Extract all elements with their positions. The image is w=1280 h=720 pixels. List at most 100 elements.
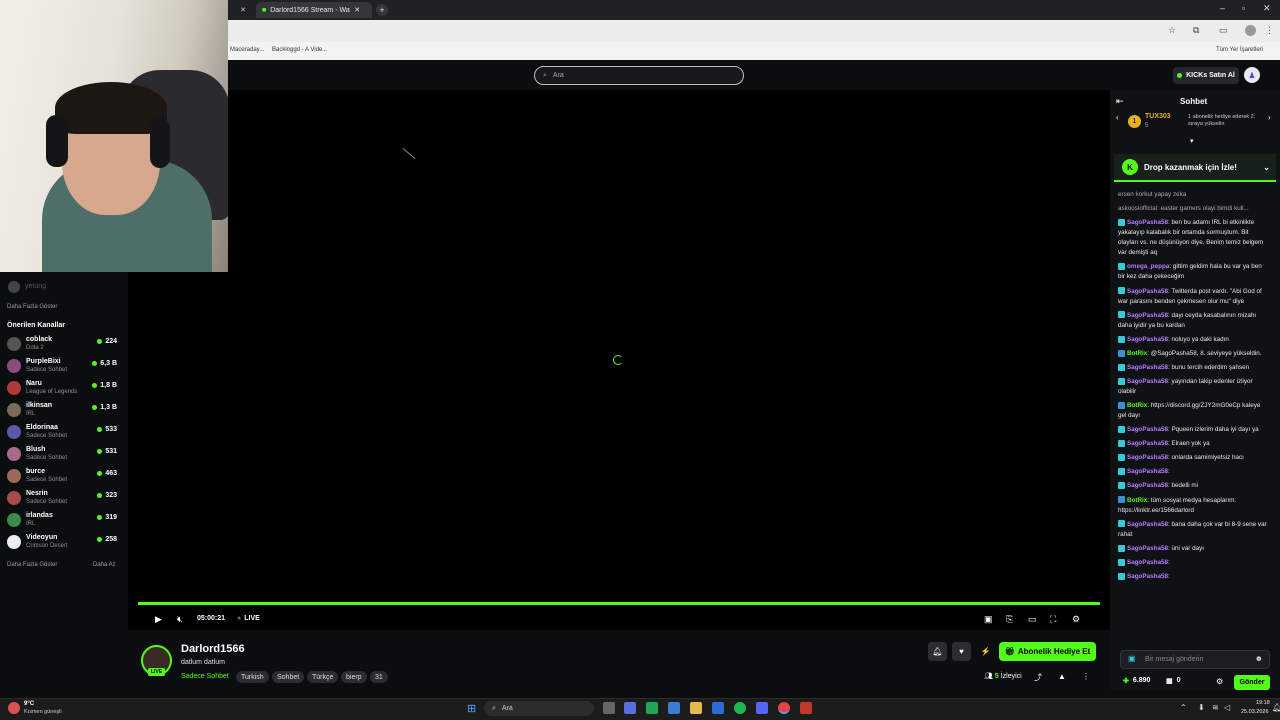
chat-username[interactable]: SagoPasha58 — [1127, 521, 1168, 528]
windows-start-icon[interactable]: ⊞ — [467, 702, 476, 715]
stream-tag[interactable]: Türkçe — [307, 671, 339, 683]
chat-username[interactable]: SagoPasha58 — [1127, 545, 1168, 552]
chevron-left-icon[interactable]: ‹ — [1116, 113, 1119, 122]
fullscreen-icon[interactable]: ⛶ — [1050, 614, 1056, 625]
chat-username[interactable]: SagoPasha58 — [1127, 378, 1168, 385]
app-icon[interactable] — [800, 702, 812, 714]
stream-tag[interactable]: 31 — [370, 671, 388, 683]
bookmark-item[interactable]: Backloggd - A Vide... — [272, 47, 327, 53]
top-gifter-name[interactable]: TUX303 — [1145, 113, 1171, 120]
sidebar-channel[interactable]: irlandas IRL 319 — [7, 510, 121, 532]
report-icon[interactable]: ▲ — [1058, 672, 1066, 681]
boost-icon[interactable]: ⚡ — [976, 642, 995, 661]
star-icon[interactable]: ☆ — [1168, 25, 1176, 36]
followed-channel-name[interactable]: yetung — [25, 283, 46, 290]
kicks-buy-button[interactable]: KICKs Satın Al — [1173, 67, 1239, 84]
chat-username[interactable]: SagoPasha58 — [1127, 573, 1168, 580]
stream-tag[interactable]: bierp — [341, 671, 367, 683]
sidebar-channel[interactable]: Videoyun Crimson Desert 258 — [7, 532, 121, 554]
file-explorer-icon[interactable] — [690, 702, 702, 714]
chat-username[interactable]: SagoPasha58 — [1127, 288, 1168, 295]
clip-icon[interactable]: ⎘ — [1006, 614, 1013, 625]
progress-bar[interactable] — [138, 602, 1100, 605]
chat-username[interactable]: SagoPasha58 — [1127, 426, 1168, 433]
sidebar-channel[interactable]: Naru League of Legends 1,8 B — [7, 378, 121, 400]
chat-username[interactable]: SagoPasha58 — [1127, 219, 1168, 226]
maximize-icon[interactable]: ▫ — [1242, 3, 1245, 13]
sidebar-channel[interactable]: Eldorinaa Sadece Sohbet 533 — [7, 422, 121, 444]
search-input[interactable]: ⌕ Ara — [534, 66, 744, 85]
xbox-icon[interactable] — [646, 702, 658, 714]
extensions-icon[interactable]: ⧉ — [1193, 25, 1199, 36]
streamer-name[interactable]: Darlord1566 — [181, 643, 245, 655]
taskbar-search[interactable]: ⌕ Ara — [484, 701, 594, 716]
edge-icon[interactable] — [668, 702, 680, 714]
tab-close-icon[interactable]: ✕ — [240, 6, 246, 14]
notification-bell-button[interactable]: 🔔︎ — [928, 642, 947, 661]
chat-username[interactable]: SagoPasha58 — [1127, 364, 1168, 371]
emote-picker-icon[interactable]: ▣ — [1128, 654, 1136, 663]
chat-username[interactable]: SagoPasha58 — [1127, 482, 1168, 489]
share-icon[interactable]: ⤴ — [1034, 672, 1042, 683]
chevron-down-icon[interactable]: ⌄ — [1263, 163, 1270, 172]
play-icon[interactable]: ▶ — [155, 614, 162, 625]
sidebar-channel[interactable]: burce Sadece Sohbet 463 — [7, 466, 121, 488]
profile-icon[interactable] — [1245, 25, 1256, 36]
pinned-expand-icon[interactable]: ▾ — [1190, 137, 1194, 145]
tray-chevron-icon[interactable]: ⌃ — [1180, 703, 1187, 712]
chat-username[interactable]: SagoPasha58 — [1127, 454, 1168, 461]
bookmark-item[interactable]: Maceraday... — [230, 47, 264, 53]
chat-username[interactable]: BotRix — [1127, 350, 1147, 357]
chat-username[interactable]: SagoPasha58 — [1127, 559, 1168, 566]
close-window-icon[interactable]: ✕ — [1263, 3, 1271, 14]
volume-icon[interactable]: ◁ — [1224, 703, 1230, 712]
chevron-right-icon[interactable]: › — [1268, 113, 1271, 122]
stream-category[interactable]: Sadece Sohbet — [181, 673, 229, 680]
follow-heart-button[interactable]: ♥ — [952, 642, 971, 661]
sidebar-channel[interactable]: PurpleBixi Sadece Sohbet 6,3 B — [7, 356, 121, 378]
all-bookmarks[interactable]: Tüm Yer İşaretleri — [1216, 47, 1263, 53]
collapse-chat-icon[interactable]: ⇤ — [1116, 96, 1124, 107]
spotify-icon[interactable] — [734, 702, 746, 714]
weather-icon[interactable] — [8, 702, 20, 714]
chat-username[interactable]: SagoPasha58 — [1127, 312, 1168, 319]
menu-icon[interactable]: ⋮ — [1265, 25, 1274, 36]
chat-username[interactable]: BotRix — [1127, 402, 1147, 409]
new-tab-button[interactable]: + — [376, 4, 388, 16]
settings-gear-icon[interactable]: ⚙ — [1072, 614, 1080, 625]
store-icon[interactable] — [712, 702, 724, 714]
followed-channel-avatar[interactable] — [8, 281, 20, 293]
wifi-icon[interactable]: ≋ — [1212, 703, 1219, 712]
send-button[interactable]: Gönder — [1234, 675, 1270, 690]
clock-date[interactable]: 25.03.2026 — [1241, 709, 1269, 715]
sidebar-channel[interactable]: ilkinsan IRL 1,3 B — [7, 400, 121, 422]
notification-icon[interactable]: 🔔︎ — [1272, 703, 1280, 712]
browser-tab-active[interactable]: ■ Darlord1566 Stream - Watch Li... ✕ — [256, 2, 372, 18]
sidebar-channel[interactable]: Blush Sadece Sohbet 531 — [7, 444, 121, 466]
mute-icon[interactable]: 🔇︎ — [177, 614, 183, 625]
discord-icon[interactable] — [756, 702, 768, 714]
stream-tag[interactable]: Turkish — [236, 671, 269, 683]
chat-settings-icon[interactable]: ⚙ — [1216, 677, 1223, 686]
minimize-icon[interactable]: – — [1220, 3, 1225, 13]
show-more-link[interactable]: Daha Fazla Göster — [7, 562, 57, 568]
more-options-icon[interactable]: ⋮ — [1082, 672, 1090, 681]
chat-message-input[interactable]: ▣ Bir mesaj gönderin ☻ — [1120, 650, 1270, 669]
channel-points[interactable]: ✤ 6.890 — [1123, 677, 1150, 685]
show-less-link[interactable]: Daha Az — [93, 562, 116, 568]
chat-username[interactable]: SagoPasha58 — [1127, 336, 1168, 343]
chrome-icon[interactable] — [778, 702, 790, 714]
bookmark-icon[interactable]: ▭ — [1219, 25, 1228, 36]
sidebar-channel[interactable]: Nesrin Sadece Sohbet 323 — [7, 488, 121, 510]
chat-username[interactable]: omega_peppa — [1127, 263, 1169, 270]
stream-tag[interactable]: Sohbet — [272, 671, 305, 683]
chat-username[interactable]: SagoPasha58 — [1127, 468, 1168, 475]
app-icon[interactable] — [624, 702, 636, 714]
user-avatar[interactable]: ♟ — [1244, 67, 1260, 83]
drops-banner[interactable]: K Drop kazanmak için İzle! ⌄ — [1114, 154, 1276, 182]
tab-close-icon[interactable]: ✕ — [354, 6, 360, 14]
sidebar-channel[interactable]: coblack Dota 2 224 — [7, 334, 121, 356]
gift-subscription-button[interactable]: 🎁︎ Abonelik Hediye Et — [999, 642, 1096, 661]
emoji-icon[interactable]: ☻ — [1255, 654, 1263, 663]
clock-time[interactable]: 19:18 — [1256, 700, 1270, 706]
